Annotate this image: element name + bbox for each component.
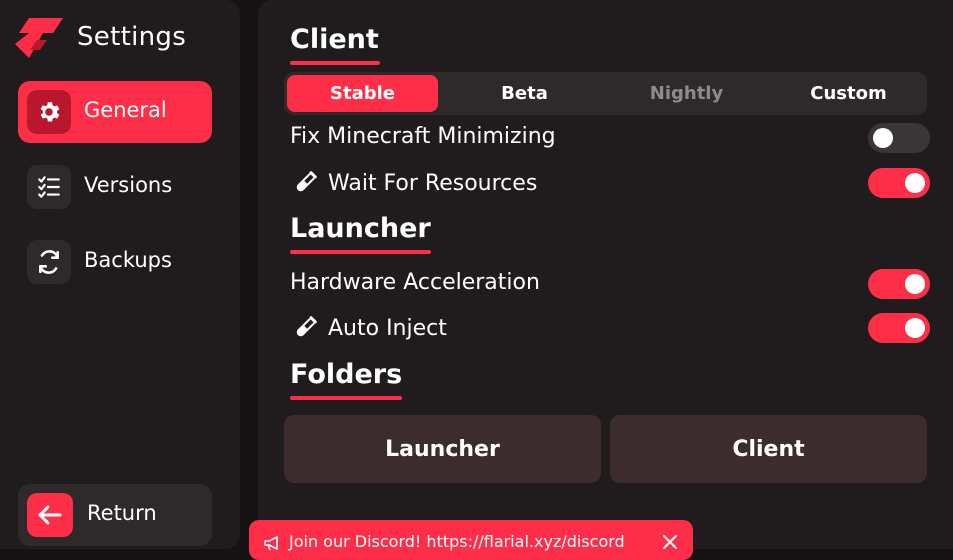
brand: Settings	[15, 18, 215, 62]
test-tube-icon	[290, 169, 320, 197]
settings-panel: Client Stable Beta Nightly Custom Fix Mi…	[258, 0, 953, 549]
sidebar-item-label: Backups	[84, 248, 172, 272]
option-label: Hardware Acceleration	[290, 270, 540, 295]
toggle-knob	[905, 274, 925, 294]
folders-title-underline	[290, 396, 402, 400]
auto-inject-toggle[interactable]	[868, 313, 930, 343]
toggle-knob	[905, 318, 925, 338]
client-title-underline	[290, 61, 380, 65]
fix-minimizing-toggle[interactable]	[868, 123, 930, 153]
open-client-folder-button[interactable]: Client	[610, 415, 927, 483]
tab-nightly[interactable]: Nightly	[611, 75, 762, 112]
toast-message: Join our Discord! https://flarial.xyz/di…	[289, 532, 625, 551]
option-hardware-acceleration: Hardware Acceleration	[290, 267, 930, 301]
folders-section-title: Folders	[290, 359, 403, 390]
sidebar: Settings General Versions Backups Return	[0, 0, 240, 549]
option-fix-minecraft-minimizing: Fix Minecraft Minimizing	[290, 121, 930, 155]
open-launcher-folder-button[interactable]: Launcher	[284, 415, 601, 483]
checklist-icon	[27, 165, 71, 209]
launcher-section-title: Launcher	[290, 213, 431, 244]
gear-icon	[27, 90, 71, 134]
sidebar-item-versions[interactable]: Versions	[18, 156, 212, 218]
launcher-title-underline	[290, 250, 431, 254]
return-button[interactable]: Return	[18, 484, 212, 546]
close-icon[interactable]	[661, 533, 679, 555]
refresh-icon	[27, 240, 71, 284]
toggle-knob	[873, 128, 893, 148]
tab-beta[interactable]: Beta	[449, 75, 600, 112]
option-wait-for-resources: Wait For Resources	[290, 166, 930, 200]
test-tube-icon	[290, 314, 320, 342]
option-label: Wait For Resources	[290, 169, 537, 197]
app-title: Settings	[77, 22, 187, 52]
tab-stable[interactable]: Stable	[287, 75, 438, 112]
wait-for-resources-toggle[interactable]	[868, 168, 930, 198]
discord-toast[interactable]: Join our Discord! https://flarial.xyz/di…	[249, 520, 693, 560]
flarial-logo-icon	[15, 18, 63, 58]
option-label: Auto Inject	[290, 314, 447, 342]
tab-custom[interactable]: Custom	[773, 75, 924, 112]
sidebar-item-general[interactable]: General	[18, 81, 212, 143]
sidebar-item-label: Versions	[84, 173, 173, 197]
hardware-acceleration-toggle[interactable]	[868, 269, 930, 299]
arrow-left-icon	[27, 493, 73, 537]
client-section-title: Client	[290, 24, 379, 55]
sidebar-item-backups[interactable]: Backups	[18, 231, 212, 293]
sidebar-item-label: General	[84, 98, 167, 122]
client-channel-tabs: Stable Beta Nightly Custom	[284, 72, 927, 115]
toggle-knob	[905, 173, 925, 193]
megaphone-icon	[263, 535, 283, 555]
return-label: Return	[87, 501, 157, 525]
option-label: Fix Minecraft Minimizing	[290, 124, 556, 149]
option-auto-inject: Auto Inject	[290, 311, 930, 345]
